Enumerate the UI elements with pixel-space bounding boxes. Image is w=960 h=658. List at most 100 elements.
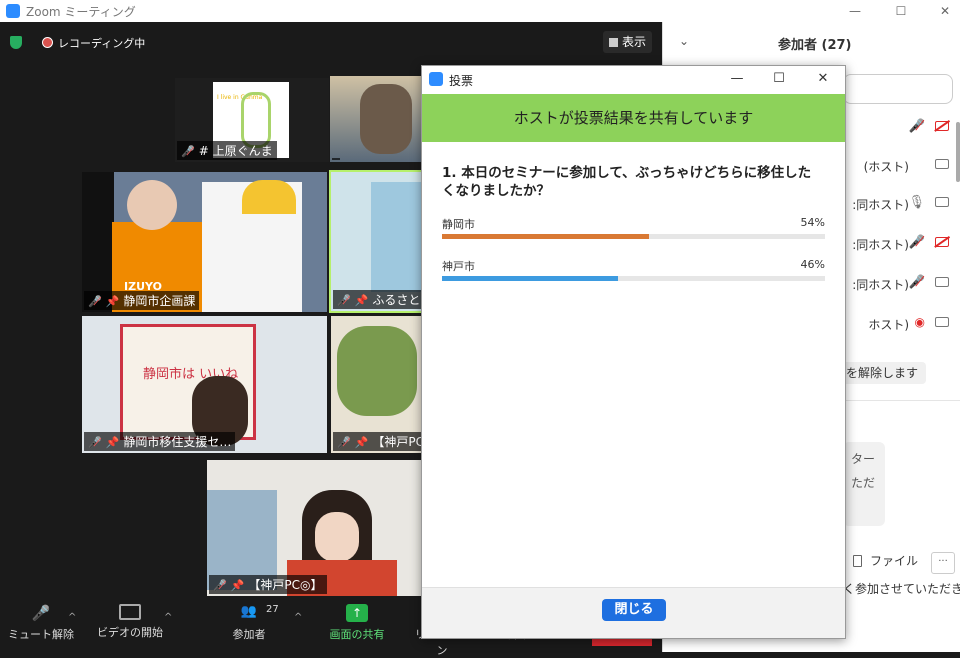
chat-input[interactable]: く参加させていただき <box>843 580 960 597</box>
maximize-icon[interactable]: ☐ <box>884 0 918 22</box>
mic-muted-icon: 🎤̸ <box>337 436 351 449</box>
mic-muted-icon: 🎤̸ <box>181 145 195 158</box>
poll-dialog: 投票 — ☐ ✕ ホストが投票結果を共有しています 1. 本日のセミナーに参加し… <box>421 65 846 639</box>
camera-icon <box>935 277 949 287</box>
participant-search-input[interactable] <box>843 74 953 104</box>
mic-muted-icon: 🎤̸ <box>908 235 925 250</box>
pin-icon: 📌 <box>354 294 369 307</box>
unmute-button[interactable]: 🎤 ミュート解除 <box>8 604 74 642</box>
camera-icon <box>935 197 949 207</box>
more-options-button[interactable]: ··· <box>931 552 955 574</box>
participant-row[interactable]: (ホスト) <box>848 156 960 176</box>
divider <box>843 400 960 401</box>
mic-muted-icon: 🎤 <box>31 604 51 622</box>
participant-name: 🎤̸ 📌 【神戸PC◎】 <box>209 575 327 594</box>
share-screen-button[interactable]: ↑ 画面の共有 <box>326 604 388 642</box>
start-video-label: ビデオの開始 <box>97 626 163 639</box>
poll-bar-track <box>442 234 825 239</box>
participant-name: 🎤̸📌ふるさと回帰 <box>333 290 422 309</box>
video-tile[interactable]: 静岡市は いいね 🎤̸ 📌 静岡市移住支援セ… <box>82 316 327 453</box>
minimize-icon[interactable]: — <box>722 68 752 90</box>
participant-row[interactable]: 🎤̸ <box>848 118 960 138</box>
maximize-icon[interactable]: ☐ <box>764 68 794 90</box>
recording-label: レコーディング中 <box>58 37 146 50</box>
participant-row[interactable]: :同ホスト) 🎤̸ <box>848 234 960 254</box>
poll-footer: 閉じる <box>422 587 845 638</box>
pin-icon: 📌 <box>230 579 245 592</box>
video-off-icon <box>119 604 141 620</box>
participant-name: 🎤̸ # 上原ぐんま <box>177 141 277 160</box>
close-icon[interactable]: ✕ <box>808 68 838 90</box>
pin-icon: 📌 <box>354 436 369 449</box>
zoom-app-icon <box>429 72 443 86</box>
participant-role: :同ホスト) <box>852 238 909 252</box>
poll-option-percent: 54% <box>800 216 825 229</box>
mic-muted-icon: 🎤̸ <box>337 294 351 307</box>
mic-muted-icon: 🎤̸ <box>213 579 227 592</box>
video-tile[interactable]: 🎤̸ 📌 【神戸PC◎】 <box>207 460 422 596</box>
participant-role: :同ホスト) <box>852 278 909 292</box>
share-screen-label: 画面の共有 <box>329 628 385 641</box>
participant-role: :同ホスト) <box>852 198 909 212</box>
poll-question: 1. 本日のセミナーに参加して、ぶっちゃけどちらに移住したくなりましたか？ <box>442 165 812 199</box>
poll-titlebar: 投票 — ☐ ✕ <box>422 66 845 93</box>
close-icon[interactable]: ✕ <box>928 0 960 22</box>
mic-muted-icon: 🎤̸ <box>908 275 925 290</box>
ask-all-unmute-button[interactable]: を解除します <box>838 362 927 384</box>
chat-message: ター ただ <box>843 442 885 526</box>
participant-role: (ホスト) <box>863 160 909 174</box>
recording-icon <box>42 37 53 48</box>
window-title: Zoom ミーティング <box>26 5 136 19</box>
recording-icon: ◉ <box>914 315 925 329</box>
zoom-app-icon <box>6 4 20 18</box>
mic-muted-icon: 🎤̸ <box>88 436 102 449</box>
share-arrow-icon: ↑ <box>346 604 368 622</box>
chevron-up-icon[interactable]: ^ <box>164 612 172 623</box>
camera-off-icon <box>935 237 949 247</box>
camera-icon <box>935 159 949 169</box>
security-shield-icon[interactable] <box>10 36 22 49</box>
window-titlebar: Zoom ミーティング — ☐ ✕ <box>0 0 960 22</box>
chevron-down-icon[interactable]: ⌄ <box>679 34 689 48</box>
poll-option-label: 静岡市 <box>442 218 475 231</box>
poll-bar-track <box>442 276 825 281</box>
poll-bar-fill <box>442 276 619 281</box>
participant-role: ホスト) <box>868 318 909 332</box>
chevron-up-icon[interactable]: ^ <box>294 612 302 623</box>
video-tile[interactable]: IZUYO 🎤̸ 📌 静岡市企画課 <box>82 172 327 312</box>
minimize-icon[interactable]: — <box>838 0 872 22</box>
video-tile[interactable]: I live in Gunma 🎤̸ # 上原ぐんま <box>175 78 329 162</box>
file-icon <box>853 555 862 567</box>
participant-name: 🎤̸📌【神戸PC】 <box>333 432 422 451</box>
mic-muted-icon: 🎤̸ <box>88 295 102 308</box>
pin-icon: 📌 <box>105 295 120 308</box>
participant-row[interactable]: ホスト) ◉ <box>848 314 960 334</box>
camera-icon <box>935 317 949 327</box>
participants-icon: 👥 <box>240 604 258 619</box>
participants-count: 27 <box>266 604 279 615</box>
camera-off-icon <box>935 121 949 131</box>
chevron-up-icon[interactable]: ^ <box>68 612 76 623</box>
participant-name: 🎤̸ 📌 静岡市企画課 <box>84 291 200 310</box>
mic-icon: 🎙 <box>908 195 925 210</box>
video-tile[interactable] <box>330 76 422 162</box>
poll-bar-fill <box>442 234 649 239</box>
participant-name: 🎤̸ 📌 静岡市移住支援セ… <box>84 432 236 451</box>
unmute-label: ミュート解除 <box>8 628 74 641</box>
poll-option-label: 神戸市 <box>442 260 475 273</box>
file-button[interactable]: ファイル <box>853 552 918 569</box>
pin-icon: 📌 <box>105 436 120 449</box>
view-button[interactable]: 表示 <box>603 31 653 53</box>
participant-name <box>332 158 340 160</box>
video-tile[interactable]: 🎤̸📌【神戸PC】 <box>331 316 422 453</box>
start-video-button[interactable]: ビデオの開始 <box>94 604 166 640</box>
poll-option-percent: 46% <box>800 258 825 271</box>
participants-label: 参加者 <box>232 628 266 641</box>
video-tile-active-speaker[interactable]: 🎤̸📌ふるさと回帰 <box>329 170 424 313</box>
close-button[interactable]: 閉じる <box>602 599 666 621</box>
grid-icon <box>609 38 618 47</box>
participant-row[interactable]: :同ホスト) 🎙 <box>848 194 960 214</box>
participant-row[interactable]: :同ホスト) 🎤̸ <box>848 274 960 294</box>
poll-window-title: 投票 <box>449 74 474 88</box>
participants-title: 参加者 (27) <box>778 38 852 53</box>
